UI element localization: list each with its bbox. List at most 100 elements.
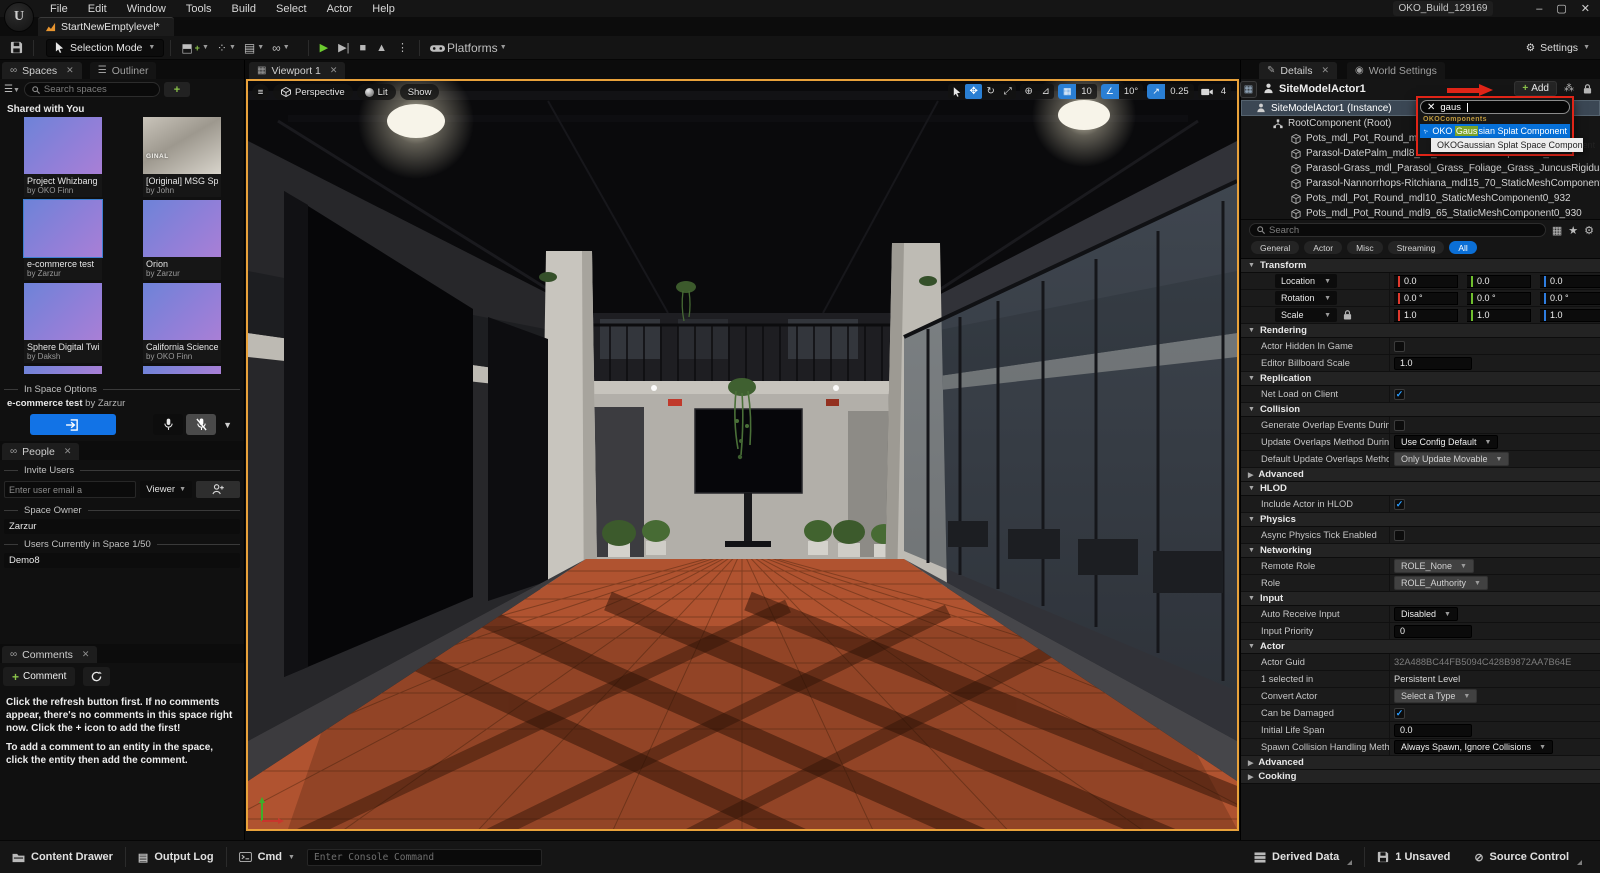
space-card[interactable]: Sphere Digital Twinby Daksh: [24, 283, 102, 363]
search-spaces-input[interactable]: Search spaces: [24, 82, 160, 97]
component-result-gaussian-splat[interactable]: OKO Gaussian Splat Component: [1420, 124, 1570, 138]
filter-general[interactable]: General: [1251, 241, 1299, 254]
perspective-dropdown[interactable]: Perspective: [273, 84, 353, 100]
filter-misc[interactable]: Misc: [1347, 241, 1382, 254]
save-icon[interactable]: [6, 41, 27, 54]
enter-space-button[interactable]: [30, 414, 116, 435]
convert-blueprint-icon[interactable]: ⁂: [1562, 83, 1576, 94]
add-comment-button[interactable]: + Comment: [3, 667, 75, 686]
invite-role-dropdown[interactable]: Viewer ▼: [140, 481, 192, 498]
axis-input[interactable]: 0.0: [1540, 275, 1600, 288]
axis-input[interactable]: 0.0 °: [1467, 292, 1531, 305]
section-header-rendering[interactable]: ▼Rendering: [1241, 324, 1600, 338]
space-card[interactable]: GINAL[Original] MSG Sph...by John: [143, 117, 221, 197]
clear-search-icon[interactable]: ✕: [1427, 102, 1435, 113]
menu-tools[interactable]: Tools: [176, 2, 222, 16]
globe-icon[interactable]: ⊕: [1020, 84, 1037, 99]
lock-icon[interactable]: [1581, 84, 1594, 94]
stop-button[interactable]: ■: [354, 42, 371, 54]
filter-all[interactable]: All: [1449, 241, 1476, 254]
close-icon[interactable]: ✕: [66, 65, 74, 76]
rotation-snap-control[interactable]: ∠ 10°: [1101, 84, 1143, 99]
source-control-button[interactable]: ⊘ Source Control: [1462, 841, 1600, 873]
space-thumbnail-partial[interactable]: [24, 366, 102, 374]
space-card[interactable]: California Science...by OKO Finn: [143, 283, 221, 363]
checkbox-checked[interactable]: ✓: [1394, 708, 1405, 719]
menu-help[interactable]: Help: [362, 2, 405, 16]
tab-people[interactable]: ∞ People ✕: [2, 443, 79, 460]
lit-dropdown[interactable]: Lit: [357, 84, 396, 100]
component-tree-row[interactable]: Pots_mdl_Pot_Round_mdl9_65_StaticMeshCom…: [1241, 206, 1600, 220]
section-header-advanced[interactable]: ▶Advanced: [1241, 468, 1600, 482]
checkbox-unchecked[interactable]: [1394, 341, 1405, 352]
tab-spaces[interactable]: ∞ Spaces ✕: [2, 62, 82, 79]
menu-build[interactable]: Build: [222, 2, 266, 16]
grid-snap-control[interactable]: ▦ 10: [1058, 84, 1097, 99]
camera-speed-control[interactable]: 4: [1198, 84, 1231, 99]
value-input[interactable]: 0: [1394, 625, 1472, 638]
axis-input[interactable]: 1.0: [1394, 309, 1458, 322]
skip-button[interactable]: ▶|: [333, 41, 354, 54]
section-header-networking[interactable]: ▼Networking: [1241, 544, 1600, 558]
close-icon[interactable]: ✕: [82, 649, 90, 660]
section-header-input[interactable]: ▼Input: [1241, 592, 1600, 606]
scale-tool-icon[interactable]: ⤢: [999, 84, 1016, 99]
cmd-dropdown[interactable]: Cmd ▼: [227, 841, 307, 873]
vector-axis-dropdown[interactable]: Rotation▼: [1275, 291, 1337, 305]
section-header-transform[interactable]: ▼Transform: [1241, 259, 1600, 273]
section-header-cooking[interactable]: ▶Cooking: [1241, 770, 1600, 784]
settings-gear-icon[interactable]: ⚙: [1584, 224, 1594, 237]
display-options-icon[interactable]: ▦: [1552, 224, 1562, 237]
component-result-splat-space[interactable]: OKOGaussian Splat Space Component: [1431, 138, 1583, 152]
value-dropdown[interactable]: Use Config Default▼: [1394, 435, 1498, 449]
selection-mode-dropdown[interactable]: Selection Mode ▼: [46, 39, 164, 57]
select-tool-icon[interactable]: [948, 84, 965, 99]
value-input[interactable]: 0.0: [1394, 724, 1472, 737]
details-search-input[interactable]: Search: [1249, 223, 1546, 237]
axis-input[interactable]: 0.0 °: [1394, 292, 1458, 305]
component-tree-row[interactable]: Parasol-Nannorrhops-Ritchiana_mdl15_70_S…: [1241, 176, 1600, 191]
content-drawer-button[interactable]: Content Drawer: [0, 841, 125, 873]
section-header-actor[interactable]: ▼Actor: [1241, 640, 1600, 654]
invite-email-input[interactable]: Enter user email a: [4, 481, 136, 498]
filter-icon[interactable]: ☰▼: [4, 84, 20, 95]
space-card[interactable]: Orionby Zarzur: [143, 200, 221, 280]
derived-data-button[interactable]: Derived Data: [1242, 841, 1364, 873]
section-header-physics[interactable]: ▼Physics: [1241, 513, 1600, 527]
add-actor-icon[interactable]: ⬒+▼: [177, 41, 213, 55]
play-options-kebab-icon[interactable]: ⋮: [392, 41, 413, 54]
minimize-icon[interactable]: –: [1536, 3, 1542, 15]
refresh-comments-button[interactable]: [83, 667, 110, 686]
tab-viewport-1[interactable]: ▦ Viewport 1 ✕: [249, 62, 345, 79]
console-command-input[interactable]: Enter Console Command: [307, 849, 542, 866]
menu-file[interactable]: File: [40, 2, 78, 16]
link-icon[interactable]: ∞▼: [268, 41, 294, 55]
tab-outliner[interactable]: ☰ Outliner: [90, 62, 157, 79]
menu-edit[interactable]: Edit: [78, 2, 117, 16]
space-thumbnail-partial[interactable]: [143, 366, 221, 374]
filter-actor[interactable]: Actor: [1304, 241, 1342, 254]
viewport-3d-scene[interactable]: ≡ Perspective Lit Show ✥ ↻ ⤢: [246, 79, 1239, 831]
show-dropdown[interactable]: Show: [400, 84, 440, 100]
add-component-button[interactable]: + Add: [1514, 81, 1557, 96]
component-tree-row[interactable]: Pots_mdl_Pot_Round_mdl10_StaticMeshCompo…: [1241, 191, 1600, 206]
checkbox-checked[interactable]: ✓: [1394, 389, 1405, 400]
output-log-button[interactable]: ▤ Output Log: [126, 841, 226, 873]
blueprints-icon[interactable]: ⁘▼: [213, 41, 240, 55]
menu-window[interactable]: Window: [117, 2, 176, 16]
cinematics-icon[interactable]: ▤▼: [240, 41, 268, 55]
scale-snap-control[interactable]: ↗ 0.25: [1147, 84, 1194, 99]
mic-muted-button[interactable]: [186, 414, 216, 435]
unreal-logo-icon[interactable]: U: [4, 2, 34, 32]
eject-button[interactable]: ▲: [371, 42, 392, 54]
section-header-hlod[interactable]: ▼HLOD: [1241, 482, 1600, 496]
checkbox-unchecked[interactable]: [1394, 530, 1405, 541]
checkbox-checked[interactable]: ✓: [1394, 499, 1405, 510]
component-tree-row[interactable]: Parasol-Grass_mdl_Parasol_Grass_Foliage_…: [1241, 161, 1600, 176]
surface-snap-icon[interactable]: ⊿: [1037, 84, 1054, 99]
tab-comments[interactable]: ∞ Comments ✕: [2, 646, 97, 663]
section-header-advanced[interactable]: ▶Advanced: [1241, 756, 1600, 770]
add-space-button[interactable]: +: [164, 82, 190, 97]
tab-world-settings[interactable]: ◉ World Settings: [1347, 62, 1445, 79]
unsaved-button[interactable]: 1 Unsaved: [1365, 841, 1462, 873]
